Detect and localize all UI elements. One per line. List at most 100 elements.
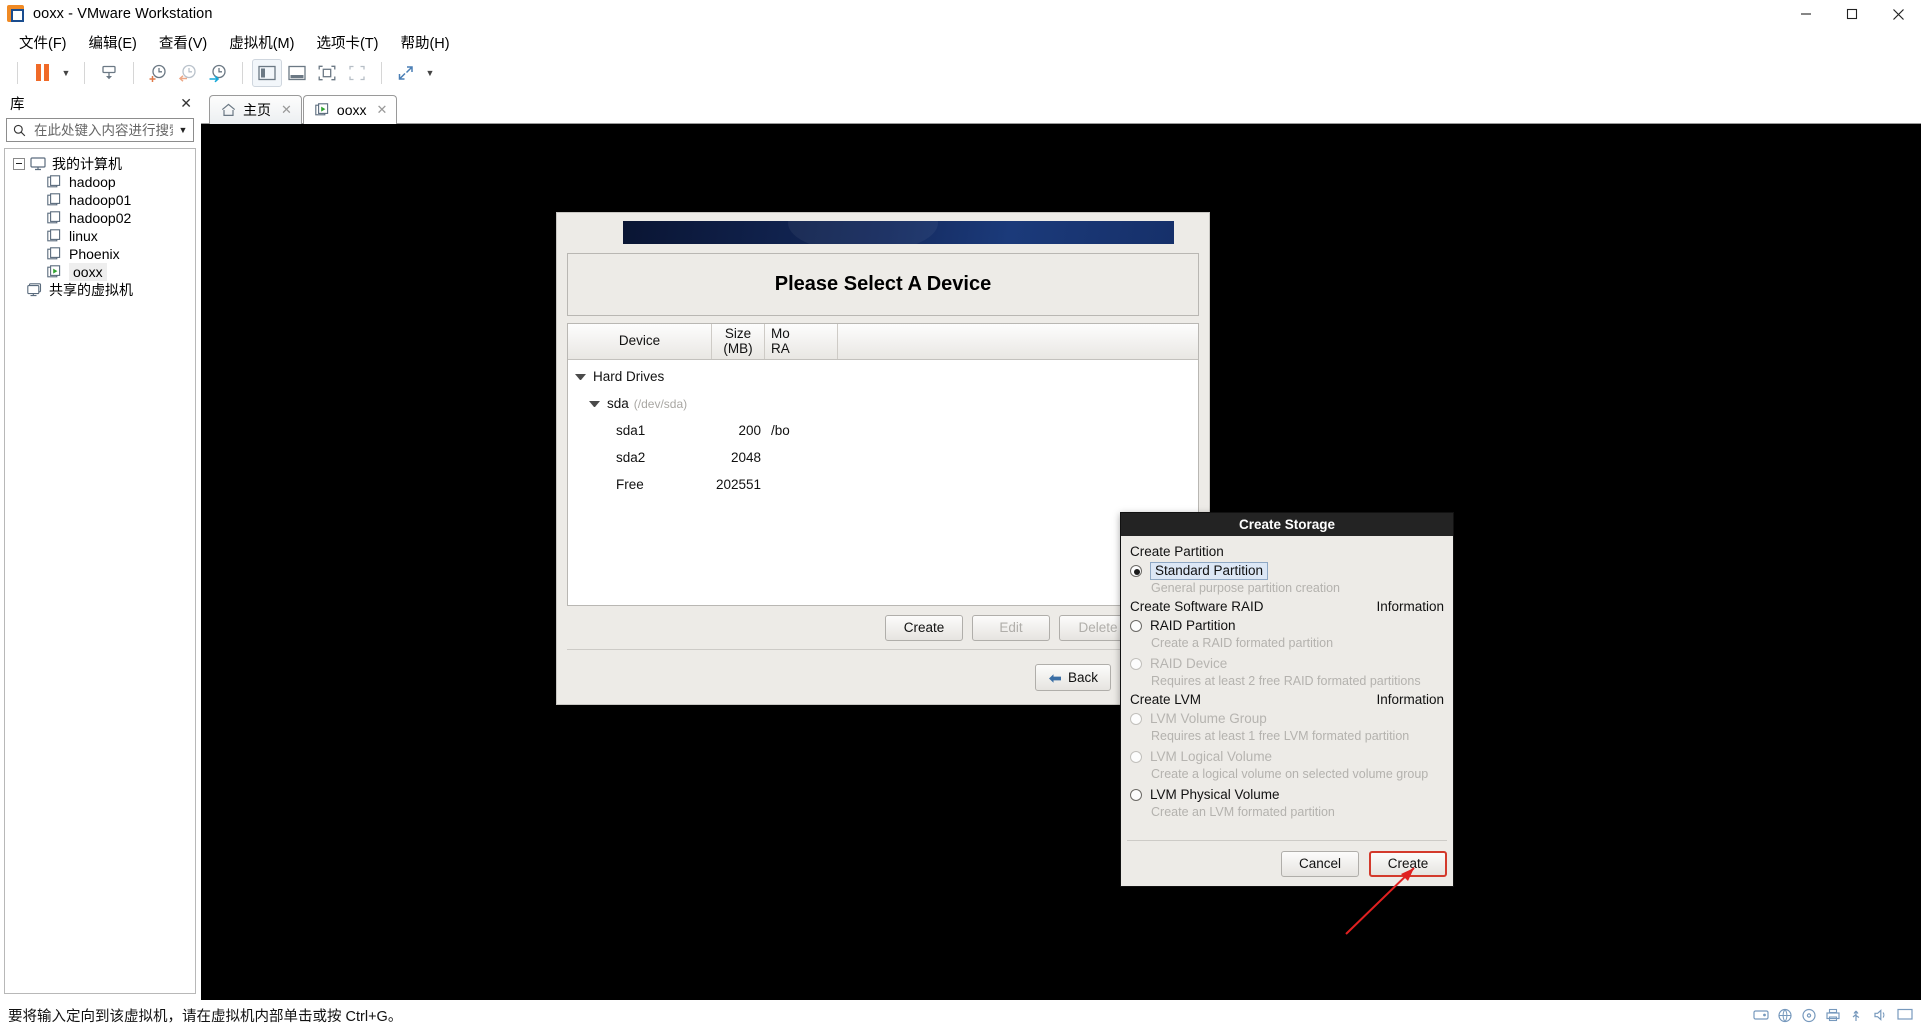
minimize-icon[interactable] xyxy=(1783,0,1829,28)
close-icon[interactable] xyxy=(1875,0,1921,28)
device-table: Device Size (MB) Mo RA Hard Drives sda (… xyxy=(567,323,1199,606)
shared-vm-icon xyxy=(27,283,43,297)
fullscreen-frame-icon[interactable] xyxy=(312,59,342,87)
window-controls xyxy=(1783,0,1921,28)
menu-vm[interactable]: 虚拟机(M) xyxy=(218,29,305,56)
unity-icon[interactable] xyxy=(342,59,372,87)
table-row[interactable]: sda2 2048 xyxy=(568,446,1198,469)
usb-icon[interactable] xyxy=(1849,1008,1865,1023)
vmware-logo-icon xyxy=(7,4,25,23)
option-lvm-physical-volume[interactable]: LVM Physical Volume xyxy=(1130,785,1444,804)
tab-ooxx[interactable]: ooxx ✕ xyxy=(302,95,398,124)
menu-view[interactable]: 查看(V) xyxy=(148,29,218,56)
snapshot-revert-icon[interactable] xyxy=(173,59,203,87)
tree-label: Phoenix xyxy=(69,246,120,262)
menu-edit[interactable]: 编辑(E) xyxy=(78,29,148,56)
column-header-size[interactable]: Size (MB) xyxy=(712,324,765,359)
chevron-down-icon[interactable]: ▼ xyxy=(57,59,75,87)
radio-icon[interactable] xyxy=(1130,564,1142,577)
section-create-partition: Create Partition xyxy=(1130,544,1444,559)
close-icon[interactable]: ✕ xyxy=(281,102,292,118)
option-description: Create an LVM formated partition xyxy=(1151,805,1335,819)
tree-item-phoenix[interactable]: Phoenix xyxy=(5,245,195,263)
menu-bar: 文件(F) 编辑(E) 查看(V) 虚拟机(M) 选项卡(T) 帮助(H) xyxy=(0,28,1921,56)
section-heading: Create Software RAID xyxy=(1130,599,1264,614)
tree-item-ooxx[interactable]: ooxx xyxy=(5,263,195,281)
section-info[interactable]: Information xyxy=(1376,692,1444,707)
back-button[interactable]: Back xyxy=(1035,663,1111,691)
expand-icon[interactable] xyxy=(391,59,421,87)
pause-icon[interactable] xyxy=(27,59,57,87)
table-row[interactable]: Hard Drives xyxy=(568,365,1198,388)
menu-file[interactable]: 文件(F) xyxy=(8,29,78,56)
column-header-size-line1: Size xyxy=(724,326,752,342)
panel-bottom-icon[interactable] xyxy=(282,59,312,87)
tab-home[interactable]: 主页 ✕ xyxy=(209,95,302,124)
snapshot-add-icon[interactable] xyxy=(143,59,173,87)
cd-icon[interactable] xyxy=(1801,1008,1817,1023)
panel-left-icon[interactable] xyxy=(252,58,282,87)
option-description: Create a logical volume on selected volu… xyxy=(1151,767,1429,781)
cell-device: sda1 xyxy=(616,423,646,438)
search-box[interactable]: ▼ xyxy=(6,118,194,142)
edit-button: Edit xyxy=(972,614,1050,641)
option-raid-partition[interactable]: RAID Partition xyxy=(1130,616,1444,635)
table-row[interactable]: Free 202551 xyxy=(568,473,1198,496)
installer-header-box: Please Select A Device xyxy=(567,253,1199,316)
toolbar-separator xyxy=(17,61,18,84)
tab-label: 主页 xyxy=(243,102,271,118)
menu-tabs[interactable]: 选项卡(T) xyxy=(305,29,389,56)
expander-triangle-icon[interactable] xyxy=(575,373,586,380)
column-header-mountpoint[interactable]: Mo RA xyxy=(765,324,838,359)
cancel-button[interactable]: Cancel xyxy=(1281,850,1359,877)
tree-label: 我的计算机 xyxy=(52,156,122,172)
collapse-expander-icon[interactable] xyxy=(13,158,25,170)
vm-icon xyxy=(47,210,62,226)
display-icon[interactable] xyxy=(1897,1008,1913,1023)
table-row[interactable]: sda1 200 /bo xyxy=(568,419,1198,442)
menu-help[interactable]: 帮助(H) xyxy=(389,29,460,56)
table-body: Hard Drives sda (/dev/sda) sda1 200 /bo … xyxy=(568,360,1198,605)
table-row[interactable]: sda (/dev/sda) xyxy=(568,392,1198,415)
tree-item-shared-vms[interactable]: 共享的虚拟机 xyxy=(5,281,195,299)
option-raid-device: RAID Device xyxy=(1130,654,1444,673)
radio-icon[interactable] xyxy=(1130,619,1142,632)
column-header-rest xyxy=(838,324,1198,359)
column-header-mount-line2: RA xyxy=(771,340,790,356)
close-icon[interactable]: ✕ xyxy=(180,95,192,112)
harddisk-icon[interactable] xyxy=(1753,1008,1769,1023)
create-storage-dialog: Create Storage Create Partition Standard… xyxy=(1120,512,1454,887)
tree-item-hadoop[interactable]: hadoop xyxy=(5,173,195,191)
section-info[interactable]: Information xyxy=(1376,599,1444,614)
column-header-device[interactable]: Device xyxy=(568,324,712,359)
chevron-down-icon[interactable]: ▼ xyxy=(421,59,439,87)
tree-item-linux[interactable]: linux xyxy=(5,227,195,245)
status-message: 要将输入定向到该虚拟机，请在虚拟机内部单击或按 Ctrl+G。 xyxy=(8,1008,403,1025)
cell-device: sda xyxy=(607,396,629,411)
option-label: Standard Partition xyxy=(1150,561,1269,580)
close-icon[interactable]: ✕ xyxy=(376,102,387,118)
option-standard-partition[interactable]: Standard Partition xyxy=(1130,561,1444,580)
search-input[interactable] xyxy=(32,121,175,139)
option-lvm-logical-volume: LVM Logical Volume xyxy=(1130,747,1444,766)
tree-item-my-computer[interactable]: 我的计算机 xyxy=(5,155,195,173)
device-action-buttons: Create Edit Delete Reset xyxy=(567,606,1224,650)
vm-console-screen[interactable]: Please Select A Device Device Size (MB) xyxy=(201,124,1921,1000)
create-button[interactable]: Create xyxy=(1369,850,1447,877)
tree-label: 共享的虚拟机 xyxy=(49,282,133,298)
cell-size: 200 xyxy=(738,423,761,438)
radio-icon[interactable] xyxy=(1130,788,1142,801)
printer-icon[interactable] xyxy=(1825,1008,1841,1023)
library-title: 库 xyxy=(10,96,25,113)
tree-item-hadoop02[interactable]: hadoop02 xyxy=(5,209,195,227)
create-button[interactable]: Create xyxy=(885,614,963,641)
expander-triangle-icon[interactable] xyxy=(589,400,600,407)
network-icon[interactable] xyxy=(1777,1008,1793,1023)
status-bar: 要将输入定向到该虚拟机，请在虚拟机内部单击或按 Ctrl+G。 xyxy=(0,1000,1921,1030)
snapshot-manage-icon[interactable] xyxy=(203,59,233,87)
sound-icon[interactable] xyxy=(1873,1008,1889,1023)
chevron-down-icon[interactable]: ▼ xyxy=(175,125,191,135)
tree-item-hadoop01[interactable]: hadoop01 xyxy=(5,191,195,209)
keyboard-send-icon[interactable] xyxy=(94,59,124,87)
maximize-icon[interactable] xyxy=(1829,0,1875,28)
